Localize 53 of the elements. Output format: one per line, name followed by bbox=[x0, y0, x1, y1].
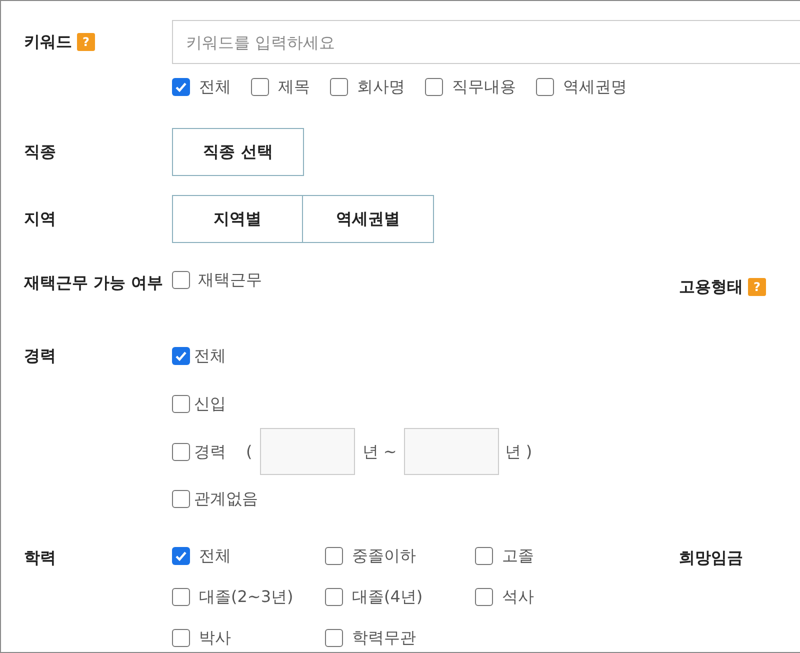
checkbox[interactable] bbox=[172, 271, 190, 289]
checkbox[interactable] bbox=[325, 588, 343, 606]
checkbox[interactable] bbox=[172, 547, 190, 565]
checkbox[interactable] bbox=[536, 78, 554, 96]
field-label: 학력 bbox=[24, 548, 56, 567]
checkbox-label: 전체 bbox=[199, 545, 231, 567]
checkbox-label: 박사 bbox=[199, 627, 231, 649]
years-from-input[interactable] bbox=[260, 428, 356, 475]
paren-text: ( bbox=[246, 440, 252, 462]
field-label: 희망임금 bbox=[679, 548, 743, 567]
checkbox[interactable] bbox=[325, 629, 343, 647]
checkbox[interactable] bbox=[172, 629, 190, 647]
checkbox[interactable] bbox=[172, 588, 190, 606]
checkbox-label: 석사 bbox=[502, 586, 534, 608]
unit-text: 년 ) bbox=[504, 440, 532, 462]
unit-text: 년 ~ bbox=[362, 440, 397, 462]
checkbox[interactable] bbox=[330, 78, 348, 96]
field-label: 키워드 bbox=[24, 31, 72, 53]
checkbox[interactable] bbox=[172, 395, 190, 413]
checkbox[interactable] bbox=[172, 347, 190, 365]
checkbox-label: 대졸(2~3년) bbox=[199, 586, 294, 608]
keyword-input[interactable]: 키워드를 입력하세요 bbox=[172, 20, 800, 64]
region-tab[interactable]: 지역별 bbox=[172, 195, 303, 243]
checkbox-label: 대졸(4년) bbox=[352, 586, 423, 608]
checkbox[interactable] bbox=[172, 490, 190, 508]
checkbox-label: 중졸이하 bbox=[352, 545, 416, 567]
checkbox-label: 고졸 bbox=[502, 545, 534, 567]
field-label: 직종 bbox=[24, 142, 56, 161]
checkbox-label: 재택근무 bbox=[198, 269, 262, 291]
checkbox[interactable] bbox=[475, 547, 493, 565]
checkbox-label: 제목 bbox=[278, 76, 310, 98]
checkbox[interactable] bbox=[172, 442, 190, 460]
checkbox-label: 전체 bbox=[199, 76, 231, 98]
checkbox[interactable] bbox=[251, 78, 269, 96]
checkbox-label: 경력 bbox=[194, 440, 226, 462]
checkbox[interactable] bbox=[475, 588, 493, 606]
checkbox-label: 직무내용 bbox=[452, 76, 516, 98]
region-tab[interactable]: 역세권별 bbox=[303, 195, 434, 243]
years-to-input[interactable] bbox=[404, 428, 499, 475]
field-label: 경력 bbox=[24, 346, 56, 365]
checkbox-label: 신입 bbox=[194, 393, 226, 415]
checkbox[interactable] bbox=[172, 78, 190, 96]
checkbox-label: 관계없음 bbox=[194, 488, 258, 510]
checkbox-label: 역세권명 bbox=[563, 76, 627, 98]
field-label: 지역 bbox=[24, 209, 56, 228]
checkbox-label: 전체 bbox=[194, 345, 226, 367]
field-label: 고용형태 bbox=[679, 276, 743, 298]
job-type-button[interactable]: 직종 선택 bbox=[172, 128, 304, 176]
checkbox-label: 회사명 bbox=[357, 76, 405, 98]
field-label: 재택근무 가능 여부 bbox=[24, 273, 164, 292]
checkbox[interactable] bbox=[425, 78, 443, 96]
checkbox-label: 학력무관 bbox=[352, 627, 416, 649]
checkbox[interactable] bbox=[325, 547, 343, 565]
